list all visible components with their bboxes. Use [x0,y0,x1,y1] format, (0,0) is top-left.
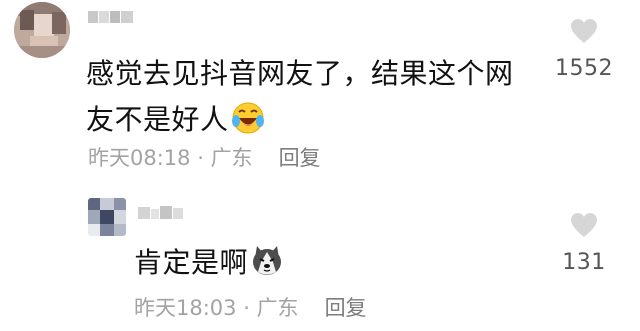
heart-icon[interactable] [569,212,599,238]
comment-thread: 感觉去见抖音网友了，结果这个网友不是好人 昨天08:18 · 广东 回复 1552 [0,0,640,331]
meta-separator: · [190,146,211,170]
husky-dog-emoji-icon [250,244,284,278]
reply-username-blurred[interactable] [138,203,184,221]
comment-text: 感觉去见抖音网友了，结果这个网友不是好人 [86,51,536,143]
like-control: 1552 [552,18,616,84]
reply-text: 肯定是啊 [134,243,284,283]
reply-text-content: 肯定是啊 [134,246,249,279]
reply-like-count: 131 [562,250,606,275]
meta-separator: · [236,296,257,320]
reply-time: 昨天18:03 [134,296,237,320]
blurred-avatar-image [88,198,126,236]
heart-icon[interactable] [569,18,599,44]
comment-location: 广东 [210,146,253,170]
avatar[interactable] [14,2,70,58]
reply-location: 广东 [256,296,299,320]
reply-button[interactable]: 回复 [279,146,321,170]
like-count: 1552 [555,56,613,81]
reply-like-control: 131 [552,212,616,278]
blurred-avatar-image [14,2,70,58]
laughing-crying-emoji-icon [231,101,265,135]
comment-time: 昨天08:18 [88,146,191,170]
comment-text-content: 感觉去见抖音网友了，结果这个网友不是好人 [86,57,514,136]
reply-meta: 昨天18:03 · 广东 回复 [134,292,367,324]
username-blurred[interactable] [88,9,134,25]
reply-avatar[interactable] [88,198,126,236]
comment-meta: 昨天08:18 · 广东 回复 [88,142,321,174]
reply-button[interactable]: 回复 [325,296,367,320]
